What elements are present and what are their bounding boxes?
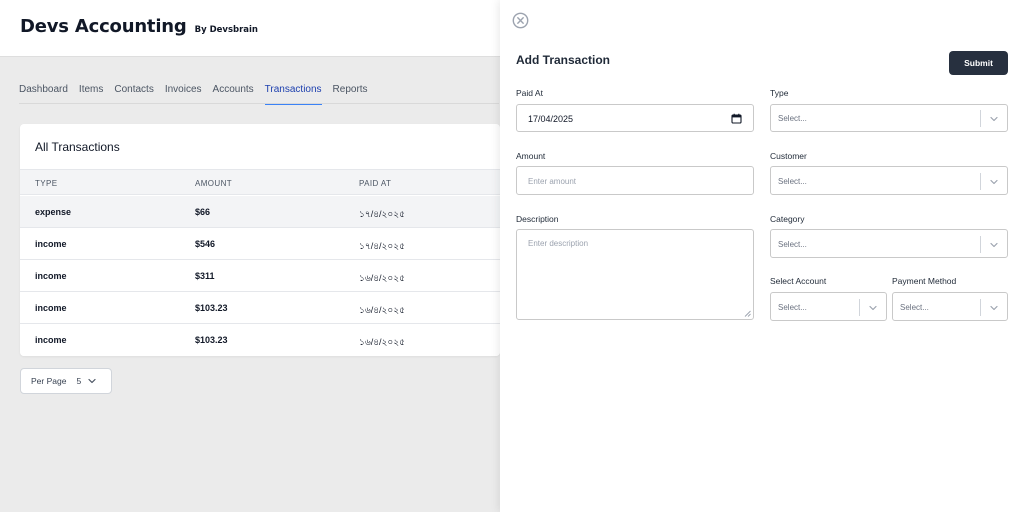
brand: Devs Accounting By Devsbrain xyxy=(20,16,258,37)
payment-method-label: Payment Method xyxy=(892,276,957,286)
chevron-down-icon[interactable] xyxy=(989,240,999,250)
cell-amount: $66 xyxy=(195,207,211,217)
table-header: TYPE AMOUNT PAID AT xyxy=(20,169,500,195)
transactions-card: All Transactions TYPE AMOUNT PAID AT exp… xyxy=(20,124,500,356)
cell-paid-at: ১৬/৪/২০২৫ xyxy=(359,273,405,283)
per-page-label: Per Page xyxy=(31,376,67,386)
add-transaction-drawer: Add Transaction Submit Paid At 17/04/202… xyxy=(500,0,1024,512)
select-divider xyxy=(980,236,981,253)
account-label: Select Account xyxy=(770,276,827,286)
amount-placeholder: Enter amount xyxy=(528,177,577,186)
type-label: Type xyxy=(770,88,789,98)
table-row[interactable]: expense $66 ১৭/৪/২০২৫ xyxy=(20,196,500,228)
paid-at-date-input[interactable]: 17/04/2025 xyxy=(516,104,754,132)
chevron-down-icon[interactable] xyxy=(989,114,999,124)
payment-method-select-placeholder: Select... xyxy=(900,303,929,312)
calendar-icon[interactable] xyxy=(731,113,742,124)
account-select[interactable]: Select... xyxy=(770,292,887,321)
tab-invoices[interactable]: Invoices xyxy=(165,84,202,105)
select-divider xyxy=(980,173,981,190)
tabs-divider xyxy=(19,103,499,104)
tab-items[interactable]: Items xyxy=(79,84,103,105)
amount-label: Amount xyxy=(516,151,546,161)
cell-type: income xyxy=(35,239,67,249)
cell-type: income xyxy=(35,335,67,345)
cell-amount: $103.23 xyxy=(195,303,228,313)
cell-paid-at: ১৬/৪/২০২৫ xyxy=(359,337,405,347)
paid-at-value: 17/04/2025 xyxy=(528,114,574,124)
table-row[interactable]: income $103.23 ১৬/৪/২০২৫ xyxy=(20,324,500,356)
chevron-down-icon xyxy=(88,378,96,384)
table-row[interactable]: income $311 ১৬/৪/২০২৫ xyxy=(20,260,500,292)
category-select[interactable]: Select... xyxy=(770,229,1008,258)
chevron-down-icon[interactable] xyxy=(868,303,878,313)
customer-label: Customer xyxy=(770,151,807,161)
card-title: All Transactions xyxy=(35,140,120,154)
table-row[interactable]: income $103.23 ১৬/৪/২০২৫ xyxy=(20,292,500,324)
select-divider xyxy=(980,110,981,127)
cell-type: income xyxy=(35,303,67,313)
customer-select[interactable]: Select... xyxy=(770,166,1008,195)
cell-amount: $311 xyxy=(195,271,215,281)
type-select-placeholder: Select... xyxy=(778,114,807,123)
amount-input[interactable]: Enter amount xyxy=(516,166,754,195)
column-header-paid-at: PAID AT xyxy=(359,179,392,188)
per-page-select[interactable]: Per Page 5 xyxy=(20,368,112,394)
cell-paid-at: ১৭/৪/২০২৫ xyxy=(359,209,405,219)
description-placeholder: Enter description xyxy=(528,239,589,248)
select-divider xyxy=(980,299,981,316)
per-page-value: 5 xyxy=(76,376,82,386)
payment-method-select[interactable]: Select... xyxy=(892,292,1008,321)
tab-dashboard[interactable]: Dashboard xyxy=(19,84,68,105)
tab-accounts[interactable]: Accounts xyxy=(213,84,254,105)
table-row[interactable]: income $546 ১৭/৪/২০২৫ xyxy=(20,228,500,260)
cell-paid-at: ১৬/৪/২০২৫ xyxy=(359,305,405,315)
column-header-type: TYPE xyxy=(35,179,58,188)
app-subtitle: By Devsbrain xyxy=(194,25,258,35)
chevron-down-icon[interactable] xyxy=(989,177,999,187)
submit-button[interactable]: Submit xyxy=(949,51,1008,75)
cell-paid-at: ১৭/৪/২০২৫ xyxy=(359,241,405,251)
close-circle-icon[interactable] xyxy=(512,12,529,29)
type-select[interactable]: Select... xyxy=(770,104,1008,132)
description-label: Description xyxy=(516,214,559,224)
chevron-down-icon[interactable] xyxy=(989,303,999,313)
category-select-placeholder: Select... xyxy=(778,240,807,249)
paid-at-label: Paid At xyxy=(516,88,543,98)
cell-type: income xyxy=(35,271,67,281)
app-title: Devs Accounting xyxy=(20,16,187,37)
nav-tabs: Dashboard Items Contacts Invoices Accoun… xyxy=(19,84,379,105)
category-label: Category xyxy=(770,214,805,224)
cell-type: expense xyxy=(35,207,72,217)
customer-select-placeholder: Select... xyxy=(778,177,807,186)
tab-transactions[interactable]: Transactions xyxy=(264,84,322,105)
account-select-placeholder: Select... xyxy=(778,303,807,312)
drawer-title: Add Transaction xyxy=(516,53,611,67)
select-divider xyxy=(859,299,860,316)
column-header-amount: AMOUNT xyxy=(195,179,233,188)
cell-amount: $546 xyxy=(195,239,216,249)
resize-handle-icon[interactable] xyxy=(744,310,751,317)
tab-contacts[interactable]: Contacts xyxy=(114,84,153,105)
cell-amount: $103.23 xyxy=(195,335,228,345)
tab-reports[interactable]: Reports xyxy=(333,84,368,105)
description-textarea[interactable]: Enter description xyxy=(516,229,754,320)
